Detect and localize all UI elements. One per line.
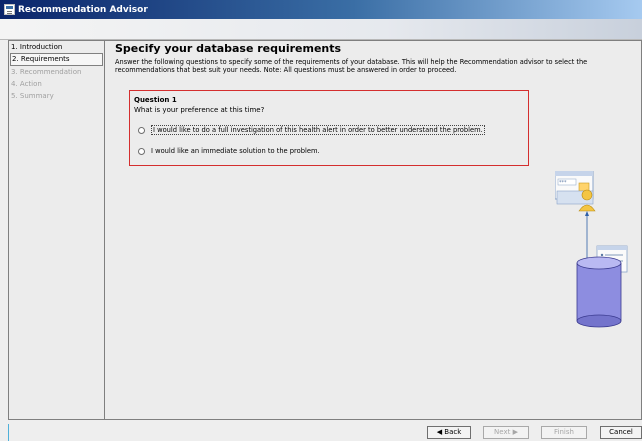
question-text: What is your preference at this time? [134,106,265,114]
nav-item-summary: 5. Summary [11,92,54,100]
header-banner [0,19,642,40]
question-label: Question 1 [134,96,177,104]
next-button: Next ▶ [483,426,529,439]
option-label[interactable]: I would like to do a full investigation … [151,125,485,135]
main-panel: Specify your database requirements Answe… [115,41,641,419]
option-full-investigation[interactable]: I would like to do a full investigation … [138,125,485,135]
question-box: Question 1 What is your preference at th… [129,90,529,166]
window-icon [4,4,15,15]
option-immediate-solution[interactable]: I would like an immediate solution to th… [138,147,320,155]
cancel-button[interactable]: Cancel [600,426,642,439]
nav-item-introduction[interactable]: 1. Introduction [9,42,104,53]
page-description: Answer the following questions to specif… [115,58,588,74]
option-label[interactable]: I would like an immediate solution to th… [151,147,320,155]
nav-item-action: 4. Action [11,80,42,88]
finish-button: Finish [541,426,587,439]
database-icon [576,256,622,328]
radio-button[interactable] [138,147,145,155]
advisor-illustration: *** [555,171,628,328]
back-button[interactable]: ◀ Back [427,426,471,439]
nav-item-recommendation: 3. Recommendation [11,68,82,76]
page-title: Specify your database requirements [115,42,342,55]
window-title: Recommendation Advisor [18,4,148,15]
footer-bar: ◀ Back Next ▶ Finish Cancel [0,420,642,441]
radio-button[interactable] [138,126,145,134]
svg-text:***: *** [559,180,567,186]
wizard-nav: 1. Introduction 2. Requirements 3. Recom… [9,41,105,419]
title-bar: Recommendation Advisor [0,0,642,19]
content-frame: 1. Introduction 2. Requirements 3. Recom… [8,40,642,420]
nav-item-requirements[interactable]: 2. Requirements [10,53,103,66]
